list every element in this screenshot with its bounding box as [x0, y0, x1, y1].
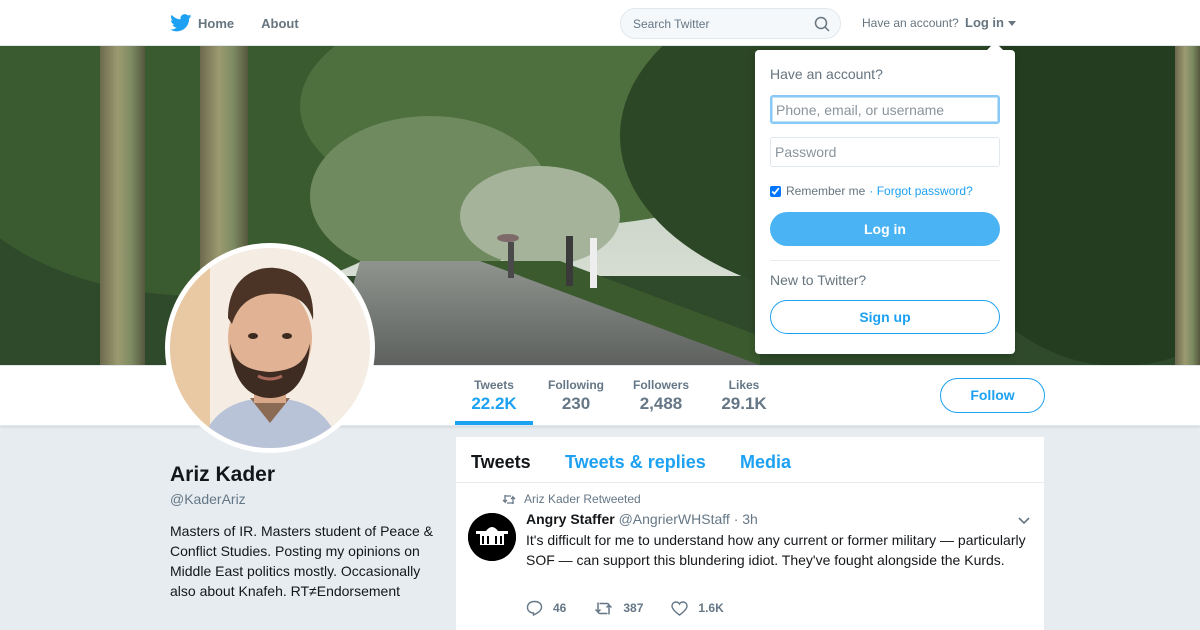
- search-input[interactable]: [633, 9, 813, 38]
- heart-icon: [671, 600, 689, 616]
- chevron-down-icon[interactable]: [1018, 517, 1030, 525]
- remember-me-label[interactable]: Remember me: [786, 184, 865, 198]
- timeline: Tweets Tweets & replies Media Ariz Kader…: [456, 437, 1044, 630]
- like-count: 1.6K: [698, 601, 724, 615]
- login-dropdown-title: Have an account?: [770, 66, 883, 82]
- have-account-text: Have an account?: [862, 16, 959, 30]
- twitter-bird-icon[interactable]: [170, 14, 192, 32]
- retweet-small-icon: [502, 494, 516, 504]
- remember-me-row: Remember me · Forgot password?: [770, 184, 973, 198]
- username-field[interactable]: [770, 95, 1000, 124]
- stat-following-value: 230: [561, 394, 591, 413]
- tab-tweets[interactable]: Tweets: [471, 452, 531, 473]
- tweet-author-handle[interactable]: @AngrierWHStaff: [619, 511, 730, 527]
- tweet-author-name[interactable]: Angry Staffer: [526, 511, 615, 527]
- password-field[interactable]: [770, 137, 1000, 167]
- top-nav: Home About Have an account? Log in: [0, 0, 1200, 46]
- stat-likes[interactable]: Likes 29.1K: [712, 378, 776, 414]
- dropdown-divider: [770, 260, 1000, 261]
- login-button[interactable]: Log in: [770, 212, 1000, 246]
- tweet-text: It's difficult for me to understand how …: [526, 532, 1026, 568]
- stat-following-label: Following: [548, 378, 604, 392]
- like-action[interactable]: 1.6K: [671, 600, 724, 616]
- reply-icon: [526, 600, 543, 616]
- profile-bio: Masters of IR. Masters student of Peace …: [170, 523, 433, 599]
- reply-count: 46: [553, 601, 567, 615]
- nav-about-link[interactable]: About: [261, 16, 299, 31]
- tweet-time[interactable]: · 3h: [734, 511, 758, 527]
- tweet-actions: 46 387 1.6K: [526, 600, 752, 616]
- stat-followers-label: Followers: [632, 378, 689, 392]
- follow-button[interactable]: Follow: [940, 378, 1045, 413]
- profile-name[interactable]: Ariz Kader: [170, 463, 275, 487]
- stat-tweets-value: 22.2K: [471, 394, 517, 413]
- retweet-context-text[interactable]: Ariz Kader Retweeted: [524, 492, 641, 506]
- reply-action[interactable]: 46: [526, 600, 566, 616]
- chevron-down-icon[interactable]: [1008, 21, 1016, 26]
- remember-me-checkbox[interactable]: [770, 185, 781, 197]
- login-dropdown: Have an account? Remember me · Forgot pa…: [755, 42, 1015, 354]
- login-dropdown-toggle[interactable]: Log in: [965, 15, 1004, 30]
- stat-tweets[interactable]: Tweets 22.2K: [455, 378, 533, 414]
- stat-likes-value: 29.1K: [721, 394, 767, 413]
- avatar[interactable]: [165, 243, 375, 453]
- search-box[interactable]: [620, 8, 841, 39]
- search-icon[interactable]: [814, 16, 830, 32]
- stat-followers[interactable]: Followers 2,488: [627, 378, 695, 414]
- retweet-icon: [595, 602, 613, 614]
- stat-followers-value: 2,488: [639, 394, 683, 413]
- profile-handle[interactable]: @KaderAriz: [170, 491, 246, 507]
- active-stat-indicator: [455, 421, 533, 425]
- tab-media[interactable]: Media: [740, 452, 791, 473]
- tweet-header: Angry Staffer @AngrierWHStaff · 3h: [526, 511, 758, 527]
- retweet-context: Ariz Kader Retweeted: [502, 492, 641, 506]
- signup-button[interactable]: Sign up: [770, 300, 1000, 334]
- stat-likes-label: Likes: [728, 378, 760, 392]
- forgot-password-link[interactable]: · Forgot password?: [869, 184, 972, 198]
- retweet-action[interactable]: 387: [594, 601, 643, 616]
- nav-home-link[interactable]: Home: [198, 16, 234, 31]
- tab-tweets-replies[interactable]: Tweets & replies: [565, 452, 706, 473]
- new-to-twitter-text: New to Twitter?: [770, 272, 867, 288]
- stat-tweets-label: Tweets: [474, 378, 514, 392]
- retweet-count: 387: [623, 601, 644, 615]
- tweet-author-avatar[interactable]: [468, 513, 516, 561]
- stat-following[interactable]: Following 230: [540, 378, 612, 414]
- nav-left: Home About: [170, 0, 326, 46]
- timeline-tabs: Tweets Tweets & replies Media: [456, 437, 1044, 483]
